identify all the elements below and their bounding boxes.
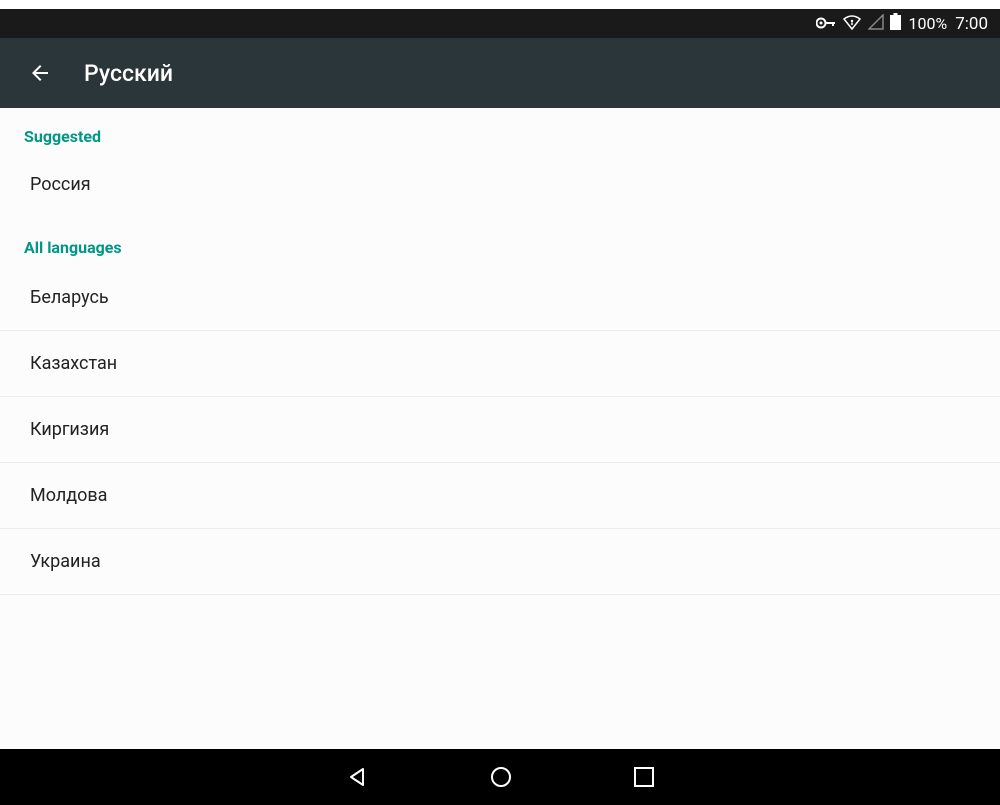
back-button[interactable] (28, 61, 52, 85)
top-strip (0, 0, 1000, 9)
nav-back-button[interactable] (345, 765, 369, 789)
section-header-suggested: Suggested (0, 108, 1000, 154)
section-header-all-languages: All languages (0, 219, 1000, 265)
nav-recent-button[interactable] (633, 766, 655, 788)
list-item[interactable]: Киргизия (0, 397, 1000, 463)
battery-percentage: 100% (909, 14, 948, 33)
list-item[interactable]: Молдова (0, 463, 1000, 529)
navigation-bar (0, 749, 1000, 805)
status-clock: 7:00 (955, 14, 988, 34)
status-bar: 100% 7:00 (0, 9, 1000, 38)
app-bar: Русский (0, 38, 1000, 108)
nav-home-button[interactable] (489, 765, 513, 789)
app-title: Русский (84, 60, 173, 87)
list-item[interactable]: Россия (0, 154, 1000, 219)
list-item[interactable]: Украина (0, 529, 1000, 595)
wifi-icon (842, 14, 862, 34)
battery-icon (890, 13, 901, 34)
status-icons (816, 13, 901, 34)
list-item[interactable]: Казахстан (0, 331, 1000, 397)
signal-icon (868, 14, 884, 34)
content-area: Suggested Россия All languages Беларусь … (0, 108, 1000, 749)
list-item[interactable]: Беларусь (0, 265, 1000, 331)
vpn-key-icon (816, 14, 836, 33)
